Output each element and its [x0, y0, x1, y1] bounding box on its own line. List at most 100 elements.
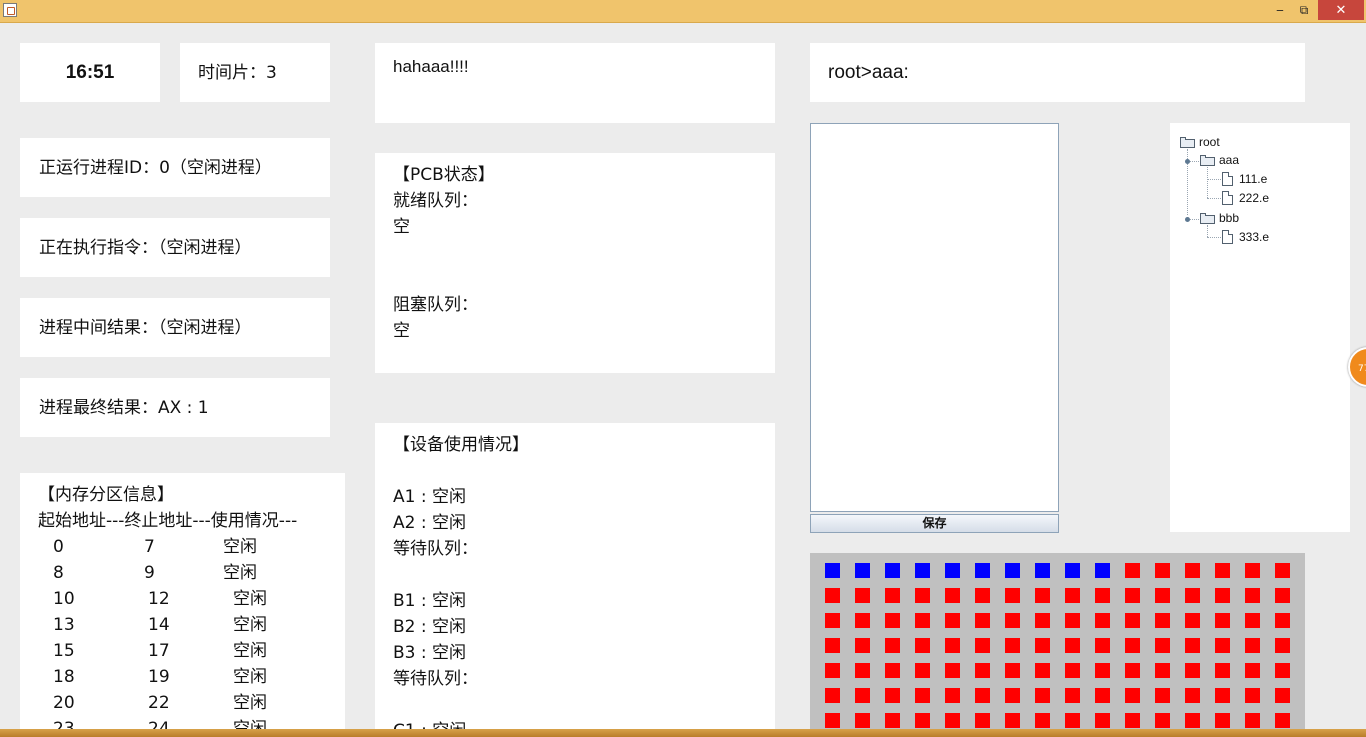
tree-node-label: aaa [1219, 153, 1240, 167]
memory-block-free [1275, 563, 1290, 578]
memory-block-free [915, 663, 930, 678]
memory-end-address: 14 [148, 615, 170, 635]
memory-block-free [1215, 663, 1230, 678]
memory-block-free [1095, 613, 1110, 628]
memory-usage-status: 空闲 [223, 563, 257, 583]
memory-block-free [1275, 588, 1290, 603]
folder-icon [1200, 212, 1215, 224]
final-result-label: 进程最终结果：AX : 1 [39, 398, 209, 418]
memory-block-free [1035, 588, 1050, 603]
file-icon [1222, 191, 1233, 205]
memory-start-address: 20 [53, 693, 75, 713]
memory-partition-panel: 【内存分区信息】 起始地址---终止地址---使用情况--- 0 7 空闲 8 9 空闲 1… [20, 473, 345, 737]
ready-queue-label: 就绪队列： [393, 191, 478, 211]
memory-usage-status: 空闲 [223, 537, 257, 557]
memory-block-used [885, 563, 900, 578]
tree-node-file[interactable]: 222.e [1222, 189, 1269, 207]
memory-block-free [1155, 588, 1170, 603]
intermediate-result-label: 进程中间结果：（空闲进程） [39, 318, 252, 338]
tree-node-file[interactable]: 333.e [1222, 228, 1269, 246]
memory-block-free [1035, 688, 1050, 703]
memory-block-free [1215, 638, 1230, 653]
memory-block-free [1215, 588, 1230, 603]
tree-node-folder[interactable]: bbb [1200, 209, 1239, 227]
tree-node-label: bbb [1219, 211, 1240, 225]
memory-block-free [975, 588, 990, 603]
current-instruction-panel: 正在执行指令：（空闲进程） [20, 218, 330, 277]
memory-block-free [1125, 688, 1140, 703]
memory-block-free [1245, 613, 1260, 628]
tree-node-folder[interactable]: aaa [1200, 151, 1239, 169]
taskbar[interactable] [0, 729, 1366, 737]
memory-block-free [1155, 638, 1170, 653]
memory-end-address: 19 [148, 667, 170, 687]
tree-node-file[interactable]: 111.e [1222, 170, 1267, 188]
memory-block-free [1215, 688, 1230, 703]
memory-block-free [1245, 713, 1260, 728]
memory-block-free [1155, 563, 1170, 578]
memory-block-free [1215, 563, 1230, 578]
clock-panel: 16:51 [20, 43, 160, 102]
blocked-queue-label: 阻塞队列： [393, 295, 478, 315]
memory-block-free [855, 663, 870, 678]
memory-block-free [1185, 588, 1200, 603]
memory-block-free [1275, 663, 1290, 678]
memory-block-free [825, 613, 840, 628]
memory-block-free [885, 663, 900, 678]
file-editor-textarea[interactable] [810, 123, 1059, 512]
memory-block-free [825, 638, 840, 653]
memory-block-free [1095, 638, 1110, 653]
memory-block-free [1005, 638, 1020, 653]
window-titlebar[interactable]: ‒ ⧉ ✕ [0, 0, 1366, 23]
memory-block-free [945, 588, 960, 603]
memory-block-free [1005, 713, 1020, 728]
memory-block-free [855, 688, 870, 703]
memory-block-free [825, 663, 840, 678]
memory-end-address: 22 [148, 693, 170, 713]
blocked-queue-value: 空 [393, 321, 410, 341]
java-app-icon [3, 3, 17, 17]
memory-usage-status: 空闲 [233, 693, 267, 713]
memory-block-free [855, 713, 870, 728]
timeslice-label: 时间片：3 [198, 63, 277, 83]
memory-block-free [1185, 613, 1200, 628]
memory-block-free [885, 713, 900, 728]
memory-block-free [1245, 638, 1260, 653]
minimize-button[interactable]: ‒ [1268, 0, 1292, 20]
memory-title: 【内存分区信息】 [38, 485, 174, 505]
current-path-label: root>aaa: [828, 62, 909, 83]
memory-block-used [975, 563, 990, 578]
memory-block-free [975, 688, 990, 703]
memory-block-free [1095, 688, 1110, 703]
memory-block-free [975, 613, 990, 628]
memory-block-free [975, 713, 990, 728]
close-button[interactable]: ✕ [1318, 0, 1364, 20]
tree-node-label: root [1199, 135, 1220, 149]
save-button[interactable]: 保存 [810, 514, 1059, 533]
device-line: B2 : 空闲 [393, 617, 467, 637]
memory-end-address: 17 [148, 641, 170, 661]
memory-block-free [915, 688, 930, 703]
memory-start-address: 18 [53, 667, 75, 687]
tree-node-root[interactable]: root [1180, 133, 1220, 151]
file-icon [1222, 230, 1233, 244]
memory-block-free [945, 638, 960, 653]
maximize-button[interactable]: ⧉ [1292, 0, 1316, 20]
memory-block-grid [810, 553, 1305, 737]
device-wait-queue: 等待队列： [393, 539, 478, 559]
memory-start-address: 0 [53, 537, 64, 557]
memory-block-free [855, 613, 870, 628]
memory-block-free [1125, 588, 1140, 603]
tree-node-label: 111.e [1239, 172, 1268, 186]
memory-block-free [1185, 688, 1200, 703]
floating-assistant-badge[interactable]: 77 [1348, 347, 1366, 387]
memory-usage-status: 空闲 [233, 615, 267, 635]
memory-block-free [1215, 613, 1230, 628]
file-tree[interactable]: root aaa 111.e 222.e bbb 333.e [1170, 123, 1350, 532]
current-path-panel: root>aaa: [810, 43, 1305, 102]
memory-usage-status: 空闲 [233, 667, 267, 687]
memory-block-free [1275, 713, 1290, 728]
memory-block-free [1245, 588, 1260, 603]
memory-start-address: 13 [53, 615, 75, 635]
device-wait-queue: 等待队列： [393, 669, 478, 689]
